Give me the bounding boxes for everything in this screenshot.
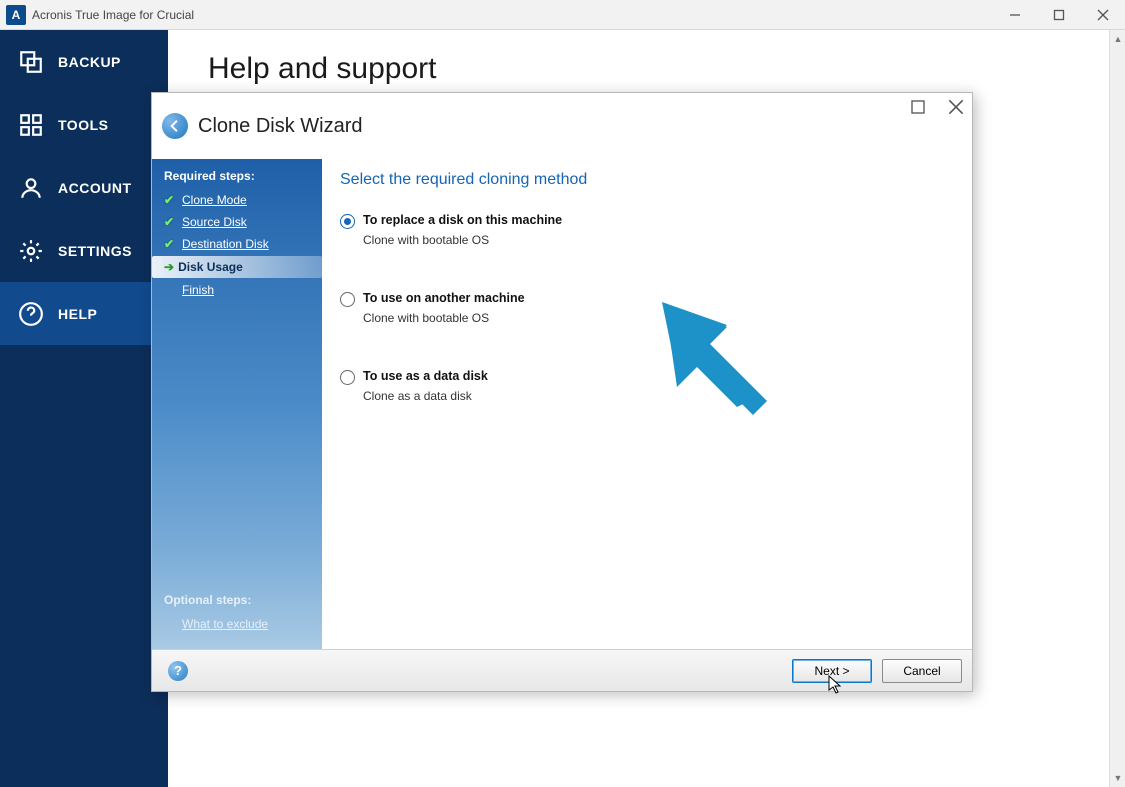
step-source-disk[interactable]: ✔ Source Disk bbox=[152, 211, 322, 233]
tools-icon bbox=[18, 112, 44, 138]
optional-steps-heading: Optional steps: bbox=[152, 583, 322, 613]
optional-what-to-exclude[interactable]: What to exclude bbox=[152, 613, 322, 635]
option-replace-disk[interactable]: To replace a disk on this machine Clone … bbox=[340, 213, 954, 247]
wizard-close-button[interactable] bbox=[948, 99, 964, 115]
gear-icon bbox=[18, 238, 44, 264]
radio-unselected-icon bbox=[340, 370, 355, 385]
maximize-button[interactable] bbox=[1037, 0, 1081, 30]
radio-texts: To replace a disk on this machine Clone … bbox=[363, 213, 562, 247]
sidebar-item-help[interactable]: HELP bbox=[0, 282, 168, 345]
footer-help-icon[interactable]: ? bbox=[168, 661, 188, 681]
radio-sublabel: Clone with bootable OS bbox=[363, 311, 525, 325]
sidebar-item-settings[interactable]: SETTINGS bbox=[0, 219, 168, 282]
sidebar: BACKUP TOOLS ACCOUNT SETTINGS bbox=[0, 30, 168, 787]
step-label: Finish bbox=[182, 283, 214, 297]
clone-disk-wizard-dialog: Clone Disk Wizard Required steps: ✔ Clon… bbox=[151, 92, 973, 692]
sidebar-item-label: HELP bbox=[58, 306, 97, 322]
sidebar-item-label: ACCOUNT bbox=[58, 180, 132, 196]
wizard-header: Clone Disk Wizard bbox=[152, 93, 972, 159]
wizard-body: Required steps: ✔ Clone Mode ✔ Source Di… bbox=[152, 159, 972, 649]
page-title: Help and support bbox=[208, 52, 1085, 86]
radio-unselected-icon bbox=[340, 292, 355, 307]
sidebar-item-tools[interactable]: TOOLS bbox=[0, 93, 168, 156]
step-label: Clone Mode bbox=[182, 193, 247, 207]
sidebar-item-backup[interactable]: BACKUP bbox=[0, 30, 168, 93]
minimize-button[interactable] bbox=[993, 0, 1037, 30]
radio-selected-icon bbox=[340, 214, 355, 229]
wizard-main-title: Select the required cloning method bbox=[340, 171, 954, 189]
titlebar: A Acronis True Image for Crucial bbox=[0, 0, 1125, 30]
help-icon bbox=[18, 301, 44, 327]
step-label: Disk Usage bbox=[178, 260, 243, 274]
app-window: A Acronis True Image for Crucial BACKUP bbox=[0, 0, 1125, 787]
step-finish[interactable]: Finish bbox=[152, 279, 322, 301]
cancel-button[interactable]: Cancel bbox=[882, 659, 962, 683]
sidebar-item-label: BACKUP bbox=[58, 54, 121, 70]
scroll-down-icon[interactable]: ▼ bbox=[1110, 769, 1125, 787]
cloning-method-radio-group: To replace a disk on this machine Clone … bbox=[340, 213, 954, 403]
scroll-up-icon[interactable]: ▲ bbox=[1110, 30, 1125, 48]
check-icon: ✔ bbox=[164, 215, 178, 229]
radio-texts: To use as a data disk Clone as a data di… bbox=[363, 369, 488, 403]
radio-label: To replace a disk on this machine bbox=[363, 213, 562, 227]
sidebar-item-account[interactable]: ACCOUNT bbox=[0, 156, 168, 219]
radio-sublabel: Clone as a data disk bbox=[363, 389, 488, 403]
window-controls bbox=[993, 0, 1125, 30]
radio-sublabel: Clone with bootable OS bbox=[363, 233, 562, 247]
step-label: Source Disk bbox=[182, 215, 247, 229]
wizard-window-controls bbox=[910, 99, 964, 115]
step-clone-mode[interactable]: ✔ Clone Mode bbox=[152, 189, 322, 211]
wizard-footer: ? Next > Cancel bbox=[152, 649, 972, 691]
radio-label: To use on another machine bbox=[363, 291, 525, 305]
radio-texts: To use on another machine Clone with boo… bbox=[363, 291, 525, 325]
next-button[interactable]: Next > bbox=[792, 659, 872, 683]
step-destination-disk[interactable]: ✔ Destination Disk bbox=[152, 233, 322, 255]
wizard-title: Clone Disk Wizard bbox=[198, 115, 362, 138]
sidebar-item-label: TOOLS bbox=[58, 117, 108, 133]
option-data-disk[interactable]: To use as a data disk Clone as a data di… bbox=[340, 369, 954, 403]
backup-icon bbox=[18, 49, 44, 75]
wizard-back-icon[interactable] bbox=[162, 113, 188, 139]
optional-steps: Optional steps: What to exclude bbox=[152, 583, 322, 649]
wizard-steps-panel: Required steps: ✔ Clone Mode ✔ Source Di… bbox=[152, 159, 322, 649]
option-another-machine[interactable]: To use on another machine Clone with boo… bbox=[340, 291, 954, 325]
titlebar-title: Acronis True Image for Crucial bbox=[32, 8, 993, 22]
required-steps-heading: Required steps: bbox=[152, 159, 322, 189]
step-label: Destination Disk bbox=[182, 237, 269, 251]
account-icon bbox=[18, 175, 44, 201]
scrollbar[interactable]: ▲ ▼ bbox=[1109, 30, 1125, 787]
app-icon: A bbox=[6, 5, 26, 25]
check-icon: ✔ bbox=[164, 193, 178, 207]
sidebar-item-label: SETTINGS bbox=[58, 243, 132, 259]
wizard-main-panel: Select the required cloning method To re… bbox=[322, 159, 972, 649]
check-icon: ✔ bbox=[164, 237, 178, 251]
scrollbar-track[interactable] bbox=[1112, 48, 1123, 769]
arrow-right-icon: ➔ bbox=[164, 260, 174, 274]
step-disk-usage[interactable]: ➔ Disk Usage bbox=[152, 256, 322, 278]
radio-label: To use as a data disk bbox=[363, 369, 488, 383]
wizard-maximize-button[interactable] bbox=[910, 99, 926, 115]
close-button[interactable] bbox=[1081, 0, 1125, 30]
